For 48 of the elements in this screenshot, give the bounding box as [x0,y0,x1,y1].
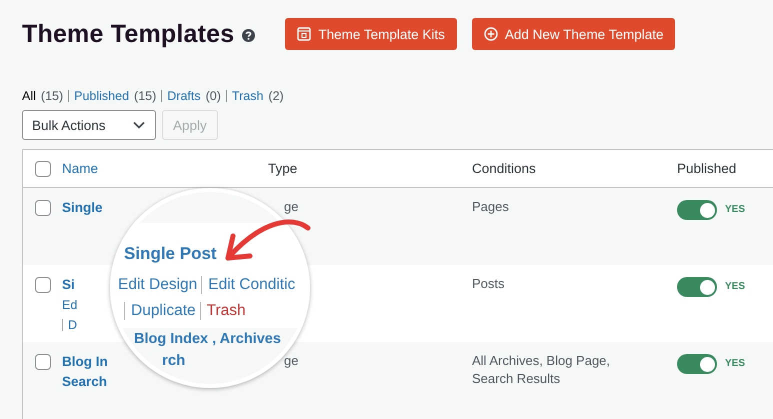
column-header: Published [677,161,736,176]
checkbox[interactable] [35,160,51,176]
checkbox[interactable] [35,200,51,216]
row-action-link[interactable]: Edit Design [118,276,198,294]
status-label: YES [725,281,746,292]
checkbox[interactable] [35,277,51,293]
table-cell: ge [284,198,298,216]
row-action-link[interactable]: Edit Conditic [201,276,296,294]
filter-link[interactable]: All [22,89,36,103]
template-name-link[interactable]: Single [62,198,103,218]
table-cell: Posts [472,275,505,293]
column-header: Type [268,161,298,176]
filter-link[interactable]: Published [74,89,130,103]
template-name-link[interactable]: Blog Index , Archives [134,331,281,347]
template-name-link[interactable]: Si [62,275,75,295]
status-label: YES [725,358,746,369]
row-action-link[interactable]: D [62,319,78,331]
page-title: Theme Templates [22,20,234,48]
add-button[interactable]: Add New Theme Template [472,18,676,50]
plus-icon [484,27,498,41]
checkbox[interactable] [35,354,51,370]
caret-icon [133,121,145,129]
filter-count: (0) [206,89,221,103]
kits-button[interactable]: Theme Template Kits [285,18,457,50]
filter-link[interactable]: Drafts [167,89,201,103]
toggle-switch[interactable] [677,200,717,220]
filter-count: (15) [134,89,156,103]
status-label: YES [725,204,746,215]
template-name-link[interactable]: rch [162,352,186,369]
help-icon [242,28,256,42]
table-cell-text: All Archives, Blog Page, Search Results [472,352,612,388]
filter-count: (2) [268,89,284,103]
table-cell: Pages [472,198,509,216]
template-icon [297,27,312,41]
filter-count: (15) [40,89,64,103]
table-cell: ge [284,352,298,370]
toggle-switch[interactable] [677,277,717,297]
filter-link[interactable]: Trash [232,89,264,103]
row-action-link[interactable]: Duplicate [124,302,196,320]
toggle-switch[interactable] [677,354,717,374]
template-name-link[interactable]: Search [62,372,108,392]
row-action-link[interactable]: Trash [200,302,246,320]
template-name-link[interactable]: Single Post [124,244,217,264]
bulk-actions-select[interactable]: Bulk Actions [22,110,156,140]
column-header: Conditions [472,161,536,176]
template-name-link[interactable]: Blog In [62,352,108,372]
row-action-link[interactable]: Ed [62,295,78,315]
column-sort-link[interactable]: Name [62,161,98,176]
